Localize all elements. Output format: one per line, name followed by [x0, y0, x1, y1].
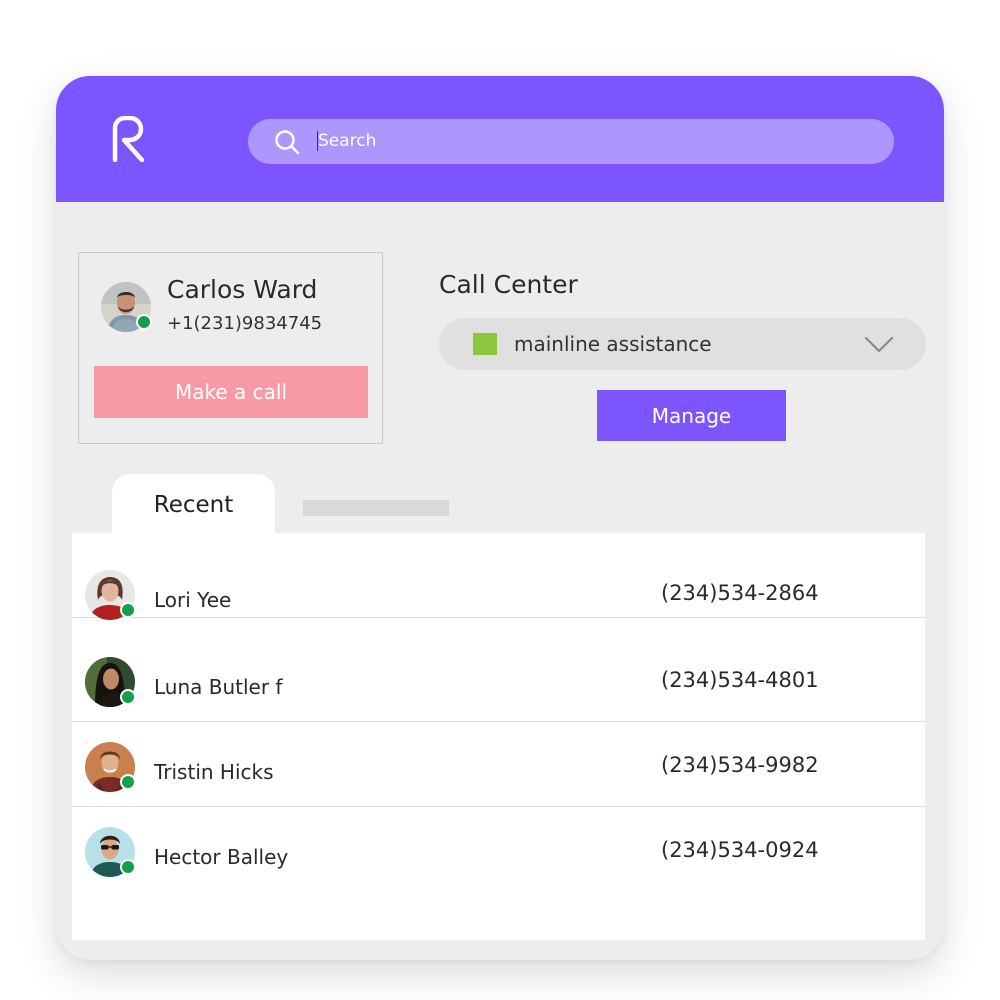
contact-name: Hector Balley [154, 845, 289, 869]
dropdown-selected-value: mainline assistance [514, 332, 712, 356]
contact-row-luna-butler[interactable]: Luna Butler f (234)534-4801 [72, 637, 925, 722]
profile-name: Carlos Ward [167, 275, 318, 304]
contact-phone: (234)534-4801 [661, 668, 819, 692]
recent-contacts-list: Lori Yee (234)534-2864 Luna Butler f (23… [72, 533, 925, 940]
online-status-dot [120, 859, 136, 875]
contact-row-hector-balley[interactable]: Hector Balley (234)534-0924 [72, 807, 925, 892]
call-center-title: Call Center [439, 270, 578, 299]
contact-phone: (234)534-0924 [661, 838, 819, 862]
contact-row-lori-yee[interactable]: Lori Yee (234)534-2864 [72, 533, 925, 620]
online-status-dot [120, 602, 136, 618]
status-swatch [473, 333, 497, 355]
search-bar[interactable]: Search [248, 119, 894, 164]
contact-phone: (234)534-9982 [661, 753, 819, 777]
chevron-down-icon[interactable] [864, 336, 894, 354]
search-input[interactable]: Search [318, 131, 376, 151]
profile-card: Carlos Ward +1(231)9834745 Make a call [78, 252, 383, 444]
contact-name: Lori Yee [154, 588, 232, 612]
avatar [85, 742, 136, 792]
contact-name: Tristin Hicks [154, 760, 274, 784]
manage-button[interactable]: Manage [597, 390, 786, 441]
avatar [85, 827, 136, 877]
make-call-button[interactable]: Make a call [94, 366, 368, 418]
contact-phone: (234)534-2864 [661, 581, 819, 605]
online-status-dot [136, 314, 152, 330]
app-window: Search Carlos Ward +1(231)9834745 Make a [56, 76, 944, 960]
stage: Search Carlos Ward +1(231)9834745 Make a [0, 0, 1000, 1000]
profile-phone: +1(231)9834745 [167, 313, 323, 334]
online-status-dot [120, 774, 136, 790]
avatar [101, 282, 152, 332]
header-bar: Search [56, 76, 944, 202]
avatar [85, 657, 136, 707]
contact-name: Luna Butler f [154, 675, 283, 699]
tab-placeholder[interactable] [303, 500, 449, 516]
online-status-dot [120, 689, 136, 705]
search-icon[interactable] [274, 129, 300, 155]
tab-recent[interactable]: Recent [112, 474, 275, 536]
contact-row-tristin-hicks[interactable]: Tristin Hicks (234)534-9982 [72, 722, 925, 807]
avatar [85, 570, 136, 620]
r-logo-icon[interactable] [110, 116, 150, 162]
call-center-dropdown[interactable]: mainline assistance [439, 318, 926, 370]
